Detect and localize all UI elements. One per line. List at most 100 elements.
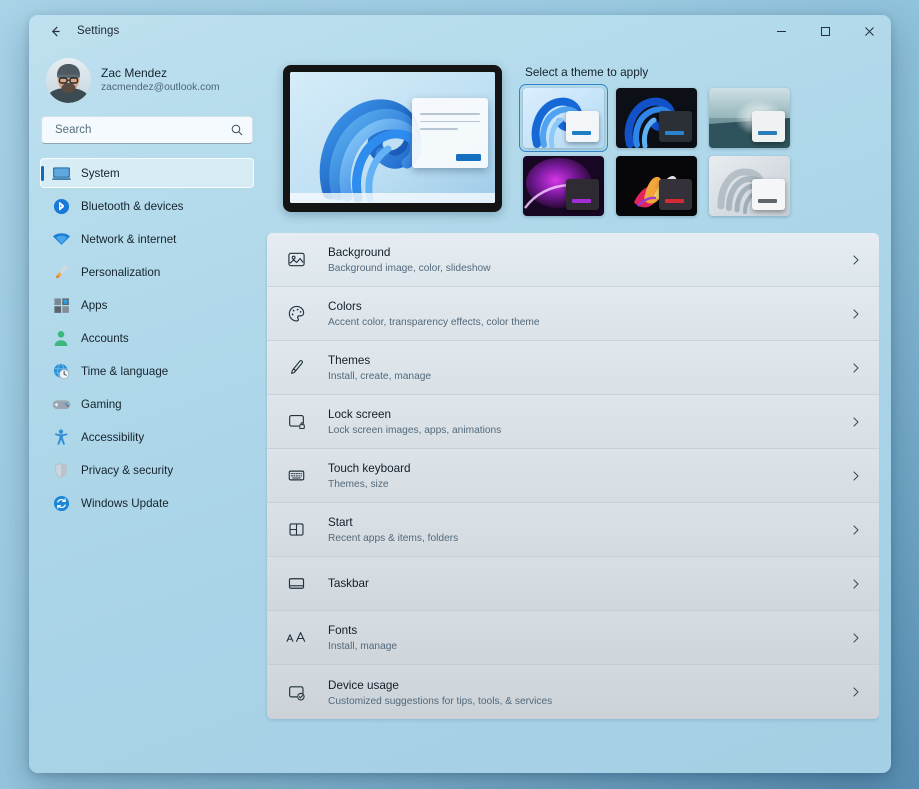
preview-mock-window [412, 98, 488, 168]
settings-list-wrap: Background Background image, color, slid… [265, 233, 879, 762]
theme-option[interactable] [709, 88, 790, 148]
minimize-icon [776, 30, 786, 32]
sidebar-item-label: Accounts [81, 331, 129, 345]
accessibility-person-icon [50, 427, 72, 447]
row-title: Colors [328, 300, 362, 313]
themes-title: Select a theme to apply [525, 65, 649, 79]
row-subtitle: Recent apps & items, folders [328, 533, 459, 544]
sidebar-item-label: System [81, 166, 120, 180]
theme-thumbnail-windows-dark[interactable] [616, 88, 697, 148]
theme-option[interactable] [523, 156, 604, 216]
row-subtitle: Themes, size [328, 479, 389, 490]
theme-mock-window [752, 179, 785, 210]
sidebar-item-label: Privacy & security [81, 463, 174, 477]
settings-window: Settings Zac Mendez zacmendez@outlook.co… [29, 15, 891, 773]
chevron-right-icon [850, 254, 864, 266]
sidebar-item-system[interactable]: System [40, 158, 254, 188]
back-arrow-icon [51, 26, 60, 36]
account-summary[interactable]: Zac Mendez zacmendez@outlook.com [38, 47, 255, 105]
sidebar-item-label: Gaming [81, 397, 122, 411]
settings-row-colors[interactable]: Colors Accent color, transparency effect… [267, 287, 879, 341]
search-input[interactable] [53, 123, 230, 137]
user-avatar-photo [46, 57, 91, 103]
taskbar-icon [284, 574, 308, 593]
back-button[interactable] [40, 18, 70, 44]
sidebar-item-accessibility[interactable]: Accessibility [40, 422, 254, 452]
sidebar-item-time-language[interactable]: Time & language [40, 356, 254, 386]
sidebar-item-personalization[interactable]: Personalization [40, 257, 254, 287]
sidebar-item-network-internet[interactable]: Network & internet [40, 224, 254, 254]
fonts-aa-icon [284, 628, 308, 647]
close-button[interactable] [847, 15, 891, 47]
clock-globe-icon [50, 361, 72, 381]
lock-screen-icon [284, 412, 308, 431]
settings-row-lock-screen[interactable]: Lock screen Lock screen images, apps, an… [267, 395, 879, 449]
update-refresh-icon [50, 493, 72, 513]
row-subtitle: Background image, color, slideshow [328, 263, 491, 274]
settings-row-start[interactable]: Start Recent apps & items, folders [267, 503, 879, 557]
theme-option[interactable] [519, 84, 608, 152]
sidebar-item-apps[interactable]: Apps [40, 290, 254, 320]
theme-thumbnail-flow-light[interactable] [709, 156, 790, 216]
settings-row-background[interactable]: Background Background image, color, slid… [267, 233, 879, 287]
sidebar-item-gaming[interactable]: Gaming [40, 389, 254, 419]
shield-icon [50, 460, 72, 480]
settings-row-themes[interactable]: Themes Install, create, manage [267, 341, 879, 395]
chevron-right-icon [850, 470, 864, 482]
row-title: Touch keyboard [328, 462, 411, 475]
minimize-button[interactable] [759, 15, 803, 47]
sidebar-nav: System Bluetooth & devices Network & int… [38, 158, 255, 521]
row-subtitle: Lock screen images, apps, animations [328, 425, 502, 436]
theme-mock-window [566, 179, 599, 210]
sidebar-item-privacy-security[interactable]: Privacy & security [40, 455, 254, 485]
close-icon [864, 26, 874, 36]
account-email: zacmendez@outlook.com [101, 81, 220, 93]
title-bar: Settings [29, 15, 891, 47]
preview-taskbar [290, 193, 495, 203]
main-content: Select a theme to apply Background Backg… [265, 47, 891, 773]
settings-row-device-usage[interactable]: Device usage Customized suggestions for … [267, 665, 879, 719]
preview-mock-accent [456, 154, 481, 161]
theme-grid [519, 84, 879, 216]
avatar [46, 57, 91, 103]
settings-row-fonts[interactable]: Fonts Install, manage [267, 611, 879, 665]
sidebar-item-label: Network & internet [81, 232, 177, 246]
row-subtitle: Install, create, manage [328, 371, 432, 382]
sidebar-item-accounts[interactable]: Accounts [40, 323, 254, 353]
settings-list: Background Background image, color, slid… [267, 233, 879, 719]
theme-thumbnail-windows-light[interactable] [523, 88, 604, 148]
settings-row-touch-keyboard[interactable]: Touch keyboard Themes, size [267, 449, 879, 503]
row-title: Fonts [328, 624, 358, 637]
settings-row-taskbar[interactable]: Taskbar [267, 557, 879, 611]
theme-option[interactable] [616, 88, 697, 148]
maximize-button[interactable] [803, 15, 847, 47]
chevron-right-icon [850, 308, 864, 320]
theme-option[interactable] [616, 156, 697, 216]
search-box[interactable] [41, 116, 253, 144]
sidebar-item-bluetooth-devices[interactable]: Bluetooth & devices [40, 191, 254, 221]
row-subtitle: Install, manage [328, 641, 398, 652]
theme-thumbnail-flow-floral-dark[interactable] [616, 156, 697, 216]
theme-mock-window [752, 111, 785, 142]
window-controls [759, 15, 891, 47]
chevron-right-icon [850, 416, 864, 428]
search-icon [231, 124, 243, 136]
sidebar-item-windows-update[interactable]: Windows Update [40, 488, 254, 518]
row-title: Start [328, 516, 353, 529]
row-title: Device usage [328, 678, 399, 692]
theme-option[interactable] [709, 156, 790, 216]
preview-screen [290, 72, 495, 203]
theme-mock-window [659, 179, 692, 210]
sidebar-item-label: Accessibility [81, 430, 145, 444]
chevron-right-icon [850, 578, 864, 590]
row-title: Background [328, 246, 391, 259]
account-person-icon [50, 328, 72, 348]
window-title: Settings [77, 25, 120, 37]
themes-column: Select a theme to apply [519, 65, 879, 222]
paintbrush-icon [50, 262, 72, 282]
monitor-preview [283, 65, 502, 212]
sidebar: Zac Mendez zacmendez@outlook.com Search … [29, 47, 265, 773]
theme-thumbnail-captured-motion-purple[interactable] [523, 156, 604, 216]
bluetooth-icon [50, 196, 72, 216]
theme-thumbnail-glow-sunrise[interactable] [709, 88, 790, 148]
